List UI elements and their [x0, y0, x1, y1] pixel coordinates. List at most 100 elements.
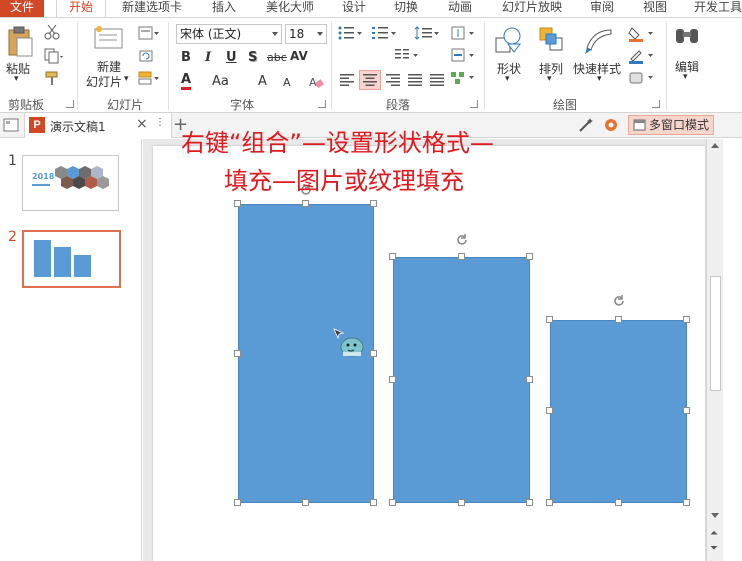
next-slide-icon[interactable]: ⏷ [710, 544, 718, 554]
resize-handle[interactable] [683, 316, 690, 323]
clear-formatting-icon[interactable]: A [308, 74, 324, 90]
align-right-icon[interactable] [386, 74, 400, 86]
drawing-launcher-icon[interactable] [652, 100, 660, 108]
resize-handle[interactable] [458, 253, 465, 260]
tab-transitions[interactable]: 切换 [386, 0, 426, 17]
multi-window-mode-button[interactable]: 多窗口模式 [628, 115, 714, 135]
shape-effects-icon[interactable] [628, 70, 658, 86]
paste-icon [8, 26, 33, 57]
slides-panel-icon[interactable] [3, 118, 19, 132]
copy-icon[interactable] [44, 48, 64, 64]
resize-handle[interactable] [546, 407, 553, 414]
underline-button[interactable]: U [226, 50, 237, 65]
resize-handle[interactable] [370, 350, 377, 357]
font-launcher-icon[interactable] [318, 100, 326, 108]
scrollbar-thumb[interactable] [710, 276, 721, 391]
rectangle-shape-3[interactable] [550, 320, 687, 503]
resize-handle[interactable] [302, 200, 309, 207]
resize-handle[interactable] [234, 499, 241, 506]
tab-home[interactable]: 开始 [56, 0, 106, 17]
format-painter-icon[interactable] [44, 70, 60, 86]
columns-icon[interactable] [394, 48, 420, 62]
new-slide-dropdown-icon: ▾ [124, 74, 129, 84]
font-size-select[interactable]: 18 [285, 24, 327, 44]
resize-handle[interactable] [526, 253, 533, 260]
clipboard-launcher-icon[interactable] [66, 100, 74, 108]
resize-handle[interactable] [389, 376, 396, 383]
text-direction-icon[interactable] [450, 26, 476, 40]
section-icon[interactable] [138, 70, 160, 86]
shadow-button[interactable]: S [248, 50, 257, 65]
settings-gear-icon[interactable] [603, 117, 619, 133]
shrink-font-button[interactable]: A [283, 76, 291, 89]
smartart-icon[interactable] [450, 70, 476, 86]
bullets-icon[interactable] [338, 26, 364, 40]
tab-new-tab[interactable]: 新建选项卡 [112, 0, 192, 17]
layout-icon[interactable] [138, 26, 160, 40]
resize-handle[interactable] [615, 316, 622, 323]
resize-handle[interactable] [389, 499, 396, 506]
resize-handle[interactable] [370, 200, 377, 207]
line-spacing-icon[interactable] [414, 26, 440, 40]
svg-text:A: A [309, 76, 317, 89]
change-case-button[interactable]: Aa [212, 74, 229, 89]
italic-button[interactable]: I [205, 50, 211, 65]
resize-handle[interactable] [526, 376, 533, 383]
resize-handle[interactable] [302, 499, 309, 506]
shape-fill-icon[interactable] [628, 26, 658, 42]
strikethrough-button[interactable]: abc [267, 51, 287, 64]
font-name-select[interactable]: 宋体 (正文) [176, 24, 282, 44]
align-left-icon[interactable] [340, 74, 354, 86]
shape-outline-icon[interactable] [628, 48, 658, 64]
tab-review[interactable]: 审阅 [582, 0, 622, 17]
clipboard-group-label: 剪贴板 [8, 98, 45, 112]
resize-handle[interactable] [234, 200, 241, 207]
rotate-handle-icon[interactable] [613, 295, 625, 307]
close-icon[interactable]: × [136, 116, 148, 132]
resize-handle[interactable] [546, 499, 553, 506]
align-text-icon[interactable] [450, 48, 476, 62]
thumbnail-number: 2 [8, 229, 17, 245]
character-spacing-button[interactable]: AV [290, 49, 308, 63]
scroll-down-icon[interactable] [711, 513, 719, 518]
tab-insert[interactable]: 插入 [204, 0, 244, 17]
resize-handle[interactable] [683, 499, 690, 506]
rectangle-shape-2[interactable] [393, 257, 530, 503]
rotate-handle-icon[interactable] [456, 234, 468, 246]
tab-beautify-master[interactable]: 美化大师 [258, 0, 322, 17]
font-color-button[interactable]: A [181, 73, 192, 90]
align-center-button[interactable] [359, 70, 381, 90]
slide-thumbnail-1[interactable]: 2018 [22, 155, 119, 211]
resize-handle[interactable] [526, 499, 533, 506]
resize-handle[interactable] [458, 499, 465, 506]
scroll-up-icon[interactable] [711, 143, 719, 148]
resize-handle[interactable] [234, 350, 241, 357]
justify-icon[interactable] [408, 74, 422, 86]
align-center-icon [363, 74, 377, 86]
magic-icon[interactable] [578, 117, 594, 133]
tab-animations[interactable]: 动画 [440, 0, 480, 17]
previous-slide-icon[interactable]: ⏶ [710, 529, 718, 539]
cut-icon[interactable] [44, 24, 60, 40]
bold-button[interactable]: B [181, 50, 191, 65]
tab-file[interactable]: 文件 [0, 0, 44, 17]
more-options-icon[interactable]: ⋮ [155, 117, 165, 128]
grow-font-button[interactable]: A [258, 74, 267, 89]
slide-thumbnail-2[interactable] [22, 230, 121, 288]
numbering-icon[interactable] [372, 26, 398, 40]
font-name-value: 宋体 (正文) [180, 27, 242, 41]
tab-design[interactable]: 设计 [334, 0, 374, 17]
document-tab[interactable]: P 演示文稿1 × ⋮ [24, 113, 172, 138]
paragraph-launcher-icon[interactable] [470, 100, 478, 108]
resize-handle[interactable] [389, 253, 396, 260]
tab-developer[interactable]: 开发工具 [690, 0, 742, 17]
tab-view[interactable]: 视图 [635, 0, 675, 17]
reset-icon[interactable] [138, 48, 154, 64]
resize-handle[interactable] [615, 499, 622, 506]
distributed-icon[interactable] [430, 74, 444, 86]
vertical-scrollbar[interactable]: ⏶ ⏷ [706, 139, 723, 561]
resize-handle[interactable] [546, 316, 553, 323]
tab-slideshow[interactable]: 幻灯片放映 [494, 0, 570, 17]
resize-handle[interactable] [683, 407, 690, 414]
resize-handle[interactable] [370, 499, 377, 506]
